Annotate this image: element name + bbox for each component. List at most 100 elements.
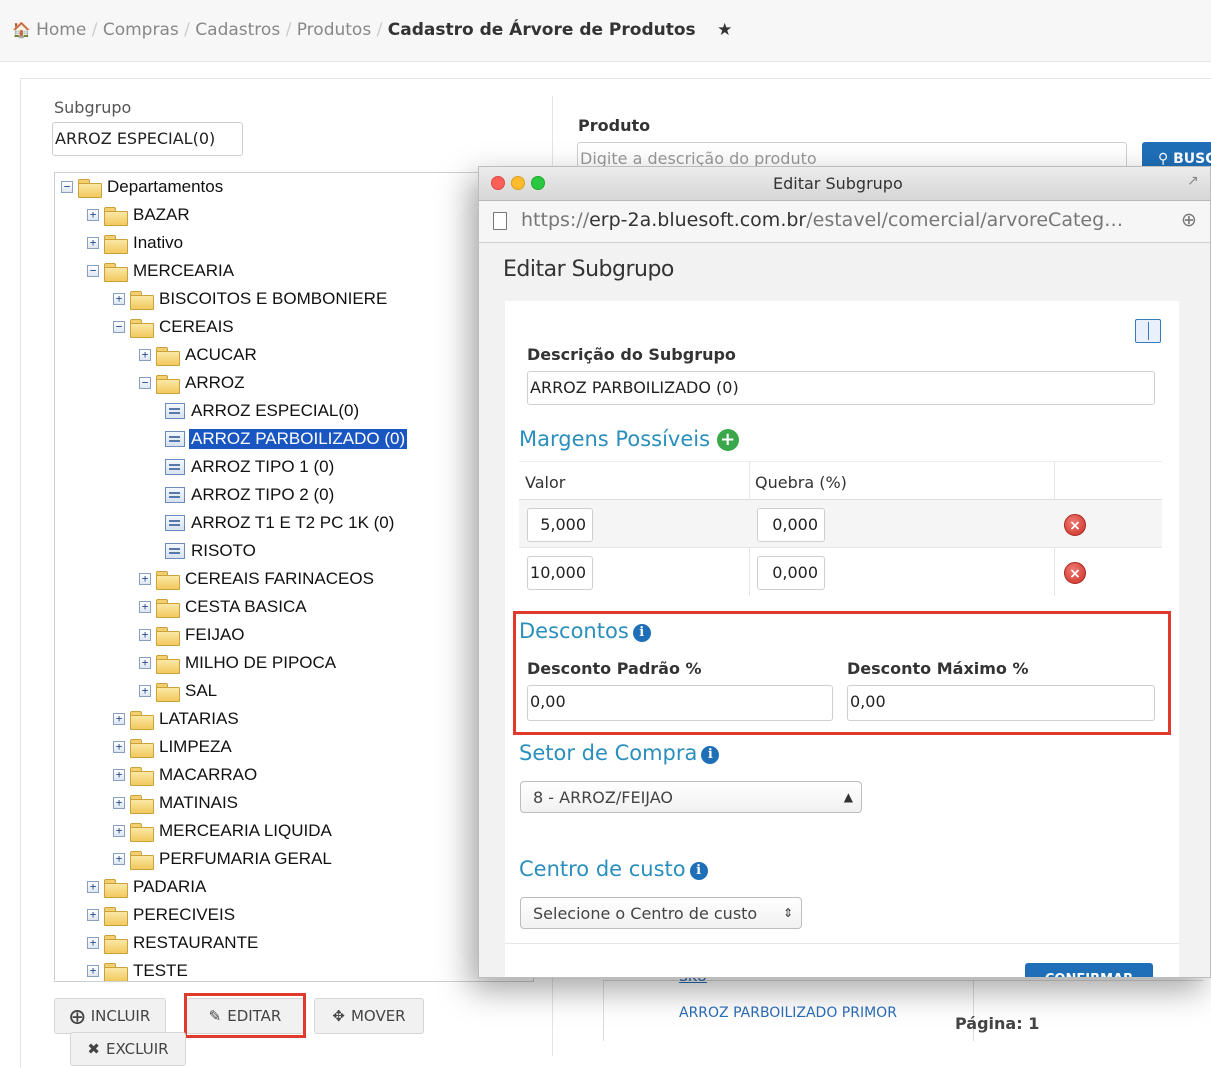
tree-folder[interactable]: + PERECIVEIS (87, 903, 237, 927)
collapse-icon[interactable]: − (113, 321, 125, 333)
expand-icon[interactable]: + (113, 741, 125, 753)
tree-node-label[interactable]: ARROZ TIPO 1 (0) (189, 457, 336, 477)
tree-node-label[interactable]: FEIJAO (183, 625, 247, 645)
remove-circle-icon[interactable]: × (1064, 562, 1086, 584)
breadcrumb-item-cadastros[interactable]: Cadastros (195, 20, 280, 40)
zoom-window-button[interactable] (531, 176, 545, 190)
tree-node-label[interactable]: MILHO DE PIPOCA (183, 653, 338, 673)
minimize-window-button[interactable] (511, 176, 525, 190)
tree-folder[interactable]: + MILHO DE PIPOCA (139, 651, 338, 675)
expand-icon[interactable]: + (139, 573, 151, 585)
desconto-padrao-input[interactable]: 0,00 (527, 685, 833, 721)
expand-icon[interactable]: + (139, 601, 151, 613)
tree-node-label[interactable]: MERCEARIA (131, 261, 236, 281)
tree-node-label[interactable]: ACUCAR (183, 345, 259, 365)
setor-select[interactable]: 8 - ARROZ/FEIJAO ▲︎ (520, 781, 862, 813)
expand-icon[interactable]: + (113, 797, 125, 809)
breadcrumb-item-home[interactable]: Home (36, 20, 86, 40)
tree-leaf[interactable]: ARROZ TIPO 1 (0) (165, 455, 336, 479)
expand-icon[interactable]: + (87, 209, 99, 221)
tree-node-label[interactable]: Inativo (131, 233, 185, 253)
expand-icon[interactable]: + (139, 685, 151, 697)
expand-icon[interactable]: + (113, 293, 125, 305)
tree-node-label[interactable]: CEREAIS (157, 317, 236, 337)
url-text[interactable]: https://erp-2a.bluesoft.com.br/estavel/c… (521, 209, 1123, 231)
expand-icon[interactable]: + (87, 909, 99, 921)
tree-folder[interactable]: + RESTAURANTE (87, 931, 260, 955)
tree-folder[interactable]: − Departamentos (61, 175, 225, 199)
desconto-maximo-input[interactable]: 0,00 (847, 685, 1155, 721)
close-window-button[interactable] (491, 176, 505, 190)
tree-node-label[interactable]: PERFUMARIA GERAL (157, 849, 334, 869)
expand-icon[interactable]: + (113, 853, 125, 865)
expand-icon[interactable]: + (113, 769, 125, 781)
tree-leaf[interactable]: ARROZ PARBOILIZADO (0) (165, 427, 408, 451)
expand-icon[interactable]: + (113, 825, 125, 837)
incluir-button[interactable]: ⨁ INCLUIR (54, 998, 166, 1034)
tree-folder[interactable]: + MATINAIS (113, 791, 240, 815)
tree-leaf[interactable]: ARROZ T1 E T2 PC 1K (0) (165, 511, 396, 535)
expand-icon[interactable]: + (139, 657, 151, 669)
tree-folder[interactable]: + TESTE (87, 959, 190, 981)
tree-node-label[interactable]: Departamentos (105, 177, 225, 197)
tree-node-label[interactable]: RISOTO (189, 541, 258, 561)
tree-node-label[interactable]: RESTAURANTE (131, 933, 260, 953)
tree-folder[interactable]: − CEREAIS (113, 315, 236, 339)
tree-node-label[interactable]: MATINAIS (157, 793, 240, 813)
tree-folder[interactable]: + FEIJAO (139, 623, 247, 647)
expand-icon[interactable]: ↗ (1187, 173, 1199, 189)
tree-folder[interactable]: − MERCEARIA (87, 259, 236, 283)
tree-leaf[interactable]: ARROZ ESPECIAL(0) (165, 399, 361, 423)
tree-folder[interactable]: + PADARIA (87, 875, 208, 899)
confirm-button[interactable]: CONFIRMAR (1025, 963, 1153, 977)
tree-folder[interactable]: + SAL (139, 679, 219, 703)
centro-select[interactable]: Selecione o Centro de custo ⇕ (520, 897, 802, 929)
subgrupo-input[interactable]: ARROZ ESPECIAL(0) (52, 122, 243, 156)
tree-node-label[interactable]: MACARRAO (157, 765, 259, 785)
tree-folder[interactable]: + MERCEARIA LIQUIDA (113, 819, 334, 843)
tree-leaf[interactable]: RISOTO (165, 539, 258, 563)
breadcrumb-item-produtos[interactable]: Produtos (297, 20, 371, 40)
tree-node-label[interactable]: ARROZ (183, 373, 247, 393)
tree-folder[interactable]: + PERFUMARIA GERAL (113, 847, 334, 871)
info-icon[interactable]: i (701, 746, 720, 764)
tree-folder[interactable]: + MACARRAO (113, 763, 259, 787)
quebra-input[interactable]: 0,000 (757, 556, 825, 590)
tree-node-label[interactable]: LIMPEZA (157, 737, 234, 757)
tree-leaf[interactable]: ARROZ TIPO 2 (0) (165, 483, 336, 507)
tree-node-label[interactable]: MERCEARIA LIQUIDA (157, 821, 334, 841)
tree-folder[interactable]: + BISCOITOS E BOMBONIERE (113, 287, 389, 311)
info-icon[interactable]: i (689, 862, 708, 880)
expand-icon[interactable]: + (139, 349, 151, 361)
tree-folder[interactable]: + ACUCAR (139, 343, 259, 367)
tree-node-label[interactable]: CESTA BASICA (183, 597, 309, 617)
expand-icon[interactable]: + (113, 713, 125, 725)
add-circle-icon[interactable]: + (716, 429, 739, 451)
tree-node-label[interactable]: BAZAR (131, 205, 192, 225)
info-icon[interactable]: i (632, 624, 651, 642)
mover-button[interactable]: ✥ MOVER (314, 998, 424, 1034)
tree-node-label[interactable]: SAL (183, 681, 219, 701)
breadcrumb-item-compras[interactable]: Compras (103, 20, 179, 40)
tree-folder[interactable]: + BAZAR (87, 203, 192, 227)
expand-icon[interactable]: + (87, 237, 99, 249)
tree-folder[interactable]: − ARROZ (139, 371, 247, 395)
help-book-icon[interactable] (1135, 319, 1161, 343)
home-icon[interactable]: 🏠 (12, 21, 31, 39)
tree-node-label[interactable]: BISCOITOS E BOMBONIERE (157, 289, 389, 309)
expand-icon[interactable]: + (87, 937, 99, 949)
excluir-button[interactable]: ✖ EXCLUIR (70, 1032, 186, 1066)
remove-circle-icon[interactable]: × (1064, 514, 1086, 536)
tree-node-label[interactable]: ARROZ ESPECIAL(0) (189, 401, 361, 421)
valor-input[interactable]: 5,000 (527, 508, 593, 542)
tree-node-label[interactable]: PADARIA (131, 877, 208, 897)
tree-node-label[interactable]: CEREAIS FARINACEOS (183, 569, 376, 589)
valor-input[interactable]: 10,000 (527, 556, 593, 590)
star-icon[interactable]: ★ (717, 20, 732, 40)
tree-node-label[interactable]: PERECIVEIS (131, 905, 237, 925)
collapse-icon[interactable]: − (61, 181, 73, 193)
tree-node-label[interactable]: ARROZ TIPO 2 (0) (189, 485, 336, 505)
expand-icon[interactable]: + (87, 965, 99, 977)
tree-folder[interactable]: + CESTA BASICA (139, 595, 309, 619)
zoom-icon[interactable]: ⊕ (1181, 209, 1197, 231)
